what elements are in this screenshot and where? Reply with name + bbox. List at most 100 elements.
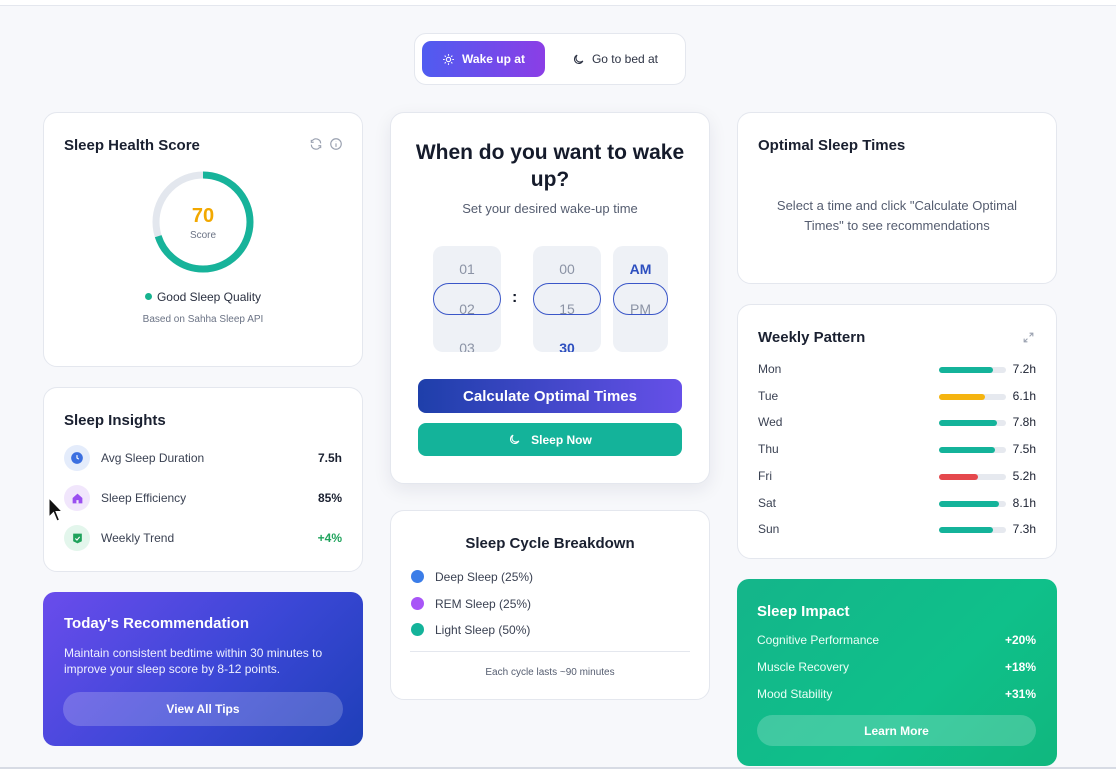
moon-icon xyxy=(510,434,520,445)
source-note: Based on Sahha Sleep API xyxy=(142,314,264,325)
weekly-hours-value: 8.1h xyxy=(1012,495,1036,510)
weekly-day-label: Sun xyxy=(758,522,780,537)
impact-row: Muscle Recovery +18% xyxy=(757,660,1036,676)
wake-up-at-label: Wake up at xyxy=(462,52,525,66)
rem-sleep-dot xyxy=(411,597,424,610)
insight-value: 7.5h xyxy=(317,451,342,465)
weekly-row-thu: Thu 7.5h xyxy=(758,441,1036,457)
insight-row: Sleep Efficiency 85% xyxy=(64,485,342,511)
weekly-bar-fill xyxy=(939,420,998,427)
refresh-icon[interactable] xyxy=(309,137,323,151)
score-value: 70 xyxy=(191,205,215,227)
card-title: Optimal Sleep Times xyxy=(758,137,906,154)
sleep-cycle-card: Sleep Cycle Breakdown Deep Sleep (25%) R… xyxy=(390,510,710,700)
score-label: Score xyxy=(189,230,217,241)
period-picker[interactable]: AM PM xyxy=(613,246,668,352)
weekly-bar-fill xyxy=(939,473,978,480)
insight-label: Avg Sleep Duration xyxy=(101,451,205,465)
weekly-bar-track xyxy=(939,473,1006,480)
period-option[interactable]: PM xyxy=(613,301,668,317)
weekly-bar-fill xyxy=(939,393,985,400)
insight-value: 85% xyxy=(317,491,342,505)
sleep-now-button[interactable]: Sleep Now xyxy=(418,423,682,456)
weekly-day-label: Tue xyxy=(758,388,779,403)
minute-option[interactable]: 15 xyxy=(533,301,601,317)
insight-label: Sleep Efficiency xyxy=(101,491,187,505)
impact-value: +31% xyxy=(1004,687,1036,701)
wake-title: When do you want to wake up? xyxy=(415,141,685,191)
wake-up-at-tab[interactable]: Wake up at xyxy=(422,41,545,77)
weekly-bar-track xyxy=(939,527,1006,534)
weekly-row-fri: Fri 5.2h xyxy=(758,468,1036,484)
minute-picker[interactable]: 00 15 30 xyxy=(533,246,601,352)
trend-icon xyxy=(64,525,90,551)
recommendation-title: Today's Recommendation xyxy=(64,615,249,632)
view-all-tips-button[interactable]: View All Tips xyxy=(63,692,343,726)
weekly-row-tue: Tue 6.1h xyxy=(758,388,1036,404)
learn-more-button[interactable]: Learn More xyxy=(757,715,1036,746)
impact-label: Mood Stability xyxy=(757,687,833,701)
weekly-hours-value: 6.1h xyxy=(1012,388,1036,403)
hour-option-selected[interactable]: 02 xyxy=(433,301,501,317)
weekly-hours-value: 7.8h xyxy=(1012,415,1036,430)
weekly-day-label: Wed xyxy=(758,415,783,430)
minute-option-selected[interactable]: 30 xyxy=(533,340,601,352)
recommendation-card: Today's Recommendation Maintain consiste… xyxy=(43,592,363,746)
home-icon xyxy=(64,485,90,511)
impact-title: Sleep Impact xyxy=(757,603,850,620)
weekly-hours-value: 7.3h xyxy=(1012,522,1036,537)
sleep-now-label: Sleep Now xyxy=(531,432,592,447)
weekly-bar-track xyxy=(939,500,1006,507)
weekly-bar-track xyxy=(939,420,1006,427)
cycle-label: REM Sleep (25%) xyxy=(435,597,532,611)
quality-label: Good Sleep Quality xyxy=(156,290,262,304)
insight-row: Weekly Trend +4% xyxy=(64,525,342,551)
impact-label: Cognitive Performance xyxy=(757,633,880,647)
light-sleep-dot xyxy=(411,623,424,636)
card-title: Sleep Health Score xyxy=(64,137,200,154)
sleep-health-score-card: Sleep Health Score 70 Score Good Sleep Q… xyxy=(43,112,363,367)
weekly-bar-fill xyxy=(939,527,994,534)
info-icon[interactable] xyxy=(329,137,343,151)
weekly-row-mon: Mon 7.2h xyxy=(758,361,1036,377)
impact-value: +18% xyxy=(1004,660,1036,674)
sun-icon xyxy=(443,53,454,65)
insight-label: Weekly Trend xyxy=(101,531,175,545)
top-border xyxy=(0,0,1116,6)
wake-time-card: When do you want to wake up? Set your de… xyxy=(390,112,710,484)
sleep-insights-card: Sleep Insights Avg Sleep Duration 7.5h S… xyxy=(43,387,363,572)
card-title: Sleep Cycle Breakdown xyxy=(465,535,635,552)
status-dot xyxy=(144,293,152,300)
expand-icon[interactable] xyxy=(1022,331,1035,344)
sleep-impact-card: Sleep Impact Cognitive Performance +20% … xyxy=(737,579,1057,766)
hour-option[interactable]: 01 xyxy=(433,261,501,277)
weekly-bar-fill xyxy=(939,500,1000,507)
weekly-pattern-card: Weekly Pattern Mon 7.2h Tue 6.1h Wed 7.8h Thu 7… xyxy=(737,304,1057,559)
minute-option[interactable]: 00 xyxy=(533,261,601,277)
impact-row: Cognitive Performance +20% xyxy=(757,633,1036,649)
calculate-optimal-times-button[interactable]: Calculate Optimal Times xyxy=(418,379,682,413)
insight-row: Avg Sleep Duration 7.5h xyxy=(64,445,342,471)
go-to-bed-at-tab[interactable]: Go to bed at xyxy=(551,41,679,77)
hour-option[interactable]: 03 xyxy=(433,340,501,352)
card-title: Weekly Pattern xyxy=(758,329,866,346)
cycle-note: Each cycle lasts ~90 minutes xyxy=(485,667,615,678)
go-to-bed-at-label: Go to bed at xyxy=(591,52,659,66)
weekly-day-label: Fri xyxy=(758,468,772,483)
moon-icon xyxy=(573,54,584,64)
impact-row: Mood Stability +31% xyxy=(757,687,1036,703)
weekly-day-label: Thu xyxy=(758,442,779,457)
cycle-label: Deep Sleep (25%) xyxy=(435,570,534,584)
card-title: Sleep Insights xyxy=(64,412,166,429)
weekly-bar-fill xyxy=(939,447,995,454)
optimal-placeholder-text: Select a time and click "Calculate Optim… xyxy=(776,198,1018,233)
quality-indicator: Good Sleep Quality xyxy=(44,290,362,304)
hour-picker[interactable]: 01 02 03 xyxy=(433,246,501,352)
clock-icon xyxy=(64,445,90,471)
cycle-label: Light Sleep (50%) xyxy=(435,623,531,637)
time-separator: : xyxy=(512,289,518,306)
period-option-selected[interactable]: AM xyxy=(613,261,668,277)
weekly-row-sat: Sat 8.1h xyxy=(758,495,1036,511)
mode-toggle: Wake up at Go to bed at xyxy=(414,33,686,85)
deep-sleep-dot xyxy=(411,570,424,583)
